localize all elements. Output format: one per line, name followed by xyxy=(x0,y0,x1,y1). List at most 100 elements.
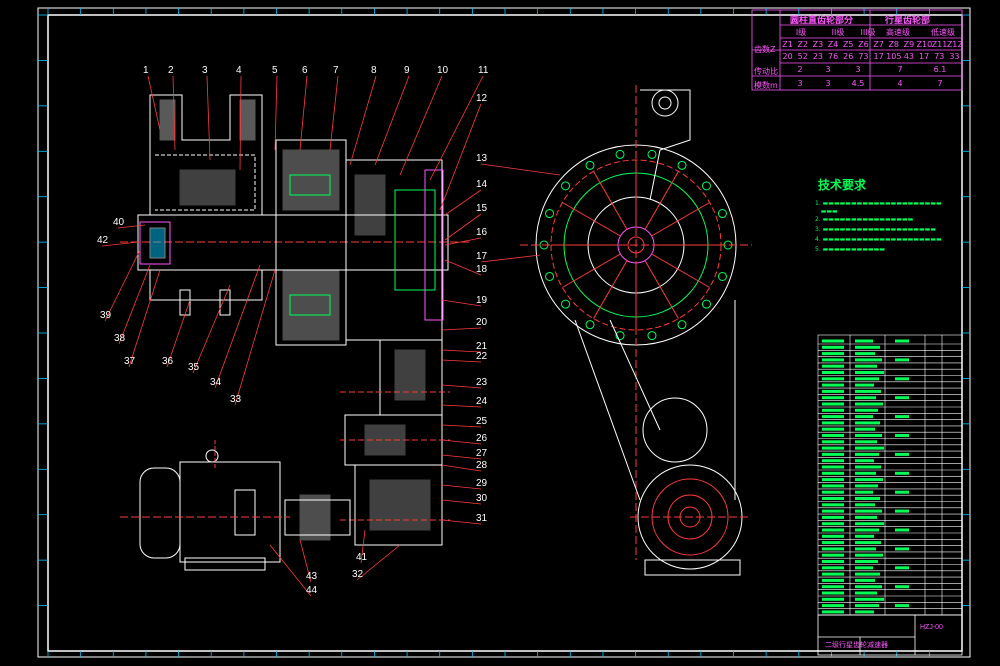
part-label-15: 15 xyxy=(476,203,488,214)
tooth-header-7: Z8 xyxy=(888,40,900,49)
bom-entry-name xyxy=(855,364,877,368)
bom-entry-material xyxy=(895,415,909,419)
leader-line-5 xyxy=(274,75,278,151)
bom-entry-name xyxy=(855,383,874,387)
bom-entry-name xyxy=(855,610,874,614)
bom-entry-name xyxy=(855,471,876,475)
bom-entry-code xyxy=(822,465,844,469)
bom-entry-code xyxy=(822,610,844,614)
part-label-7: 7 xyxy=(333,65,339,76)
bom-entry-code xyxy=(822,560,844,563)
reducer-section-view xyxy=(120,94,470,571)
leader-line-8 xyxy=(349,75,377,166)
row-label-1: 传动比 xyxy=(754,67,778,76)
part-label-22: 22 xyxy=(476,351,488,362)
bom-entry-material xyxy=(895,396,909,400)
bom-entry-name xyxy=(855,547,876,551)
part-label-10: 10 xyxy=(437,65,449,76)
part-label-44: 44 xyxy=(306,585,318,596)
ratio-value-4: 6.1 xyxy=(933,65,947,74)
tooth-value-5: 73 xyxy=(858,52,869,61)
module-value-1: 3 xyxy=(825,79,831,88)
part-label-36: 36 xyxy=(162,356,174,367)
ratio-value-1: 3 xyxy=(825,65,831,74)
bolt-hole xyxy=(647,149,657,159)
leader-line-9 xyxy=(374,75,410,166)
part-label-20: 20 xyxy=(476,317,488,328)
tooth-value-2: 23 xyxy=(812,52,823,61)
tooth-header-10: Z11 xyxy=(931,40,948,49)
spoke-line xyxy=(651,253,710,288)
bom-entry-name xyxy=(855,396,876,400)
bom-entry-name xyxy=(855,490,873,494)
stage-header-4: 低速级 xyxy=(931,28,955,37)
module-value-0: 3 xyxy=(797,79,803,88)
tooth-header-3: Z4 xyxy=(827,40,839,49)
part-label-19: 19 xyxy=(476,295,488,306)
bom-entry-name xyxy=(855,566,873,570)
part-label-24: 24 xyxy=(476,396,488,407)
bom-entry-material xyxy=(895,434,909,437)
bom-entry-name xyxy=(855,371,884,374)
leader-line-7 xyxy=(329,75,339,151)
stage-header-3: 高速级 xyxy=(886,28,910,37)
bom-entry-material xyxy=(895,566,909,570)
cad-drawing-sheet xyxy=(37,7,971,658)
bom-entry-code xyxy=(822,383,844,387)
bom-entry-material xyxy=(895,509,909,513)
spoke-line xyxy=(651,202,710,237)
bom-entry-code xyxy=(822,402,844,406)
tooth-header-0: Z1 xyxy=(782,40,793,49)
part-label-26: 26 xyxy=(476,433,488,444)
bolt-hole xyxy=(677,160,687,170)
part-label-13: 13 xyxy=(476,153,488,164)
bolt-hole xyxy=(561,299,571,309)
leader-line-35 xyxy=(192,284,231,374)
bom-entry-name xyxy=(855,585,882,589)
bom-entry-code xyxy=(822,522,844,526)
bom-entry-code xyxy=(822,490,844,494)
bom-entry-name xyxy=(855,522,884,526)
bom-entry-code xyxy=(822,371,844,374)
part-label-9: 9 xyxy=(404,65,410,76)
bom-entry-name xyxy=(855,421,880,425)
tooth-header-2: Z3 xyxy=(812,40,824,49)
bolt-hole xyxy=(585,160,595,170)
bom-entry-code xyxy=(822,421,844,425)
outer-frame xyxy=(37,7,971,658)
bom-entry-code xyxy=(822,446,844,450)
bom-entry-code xyxy=(822,364,844,368)
leader-line-11 xyxy=(429,75,484,181)
bom-entry-name xyxy=(855,497,880,500)
part-label-17: 17 xyxy=(476,251,488,262)
tooth-value-3: 76 xyxy=(827,52,839,61)
tooth-value-8: 43 xyxy=(903,52,914,61)
stage-header-0: I级 xyxy=(795,28,807,37)
part-label-1: 1 xyxy=(143,65,149,76)
bom-entry-name xyxy=(855,503,875,507)
tooth-header-11: Z12 xyxy=(946,40,963,49)
bolt-hole xyxy=(647,331,657,341)
part-label-32: 32 xyxy=(352,569,364,580)
bom-entry-material xyxy=(895,528,909,532)
bolt-hole xyxy=(677,320,687,330)
bolt-hole xyxy=(545,271,555,281)
part-label-8: 8 xyxy=(371,65,377,76)
leader-line-20 xyxy=(441,327,482,331)
bom-entry-code xyxy=(822,427,844,431)
bom-entry-name xyxy=(855,465,881,469)
spoke-line xyxy=(644,171,679,230)
bom-entry-name xyxy=(855,515,877,519)
bom-entry-material xyxy=(895,358,909,362)
gear-table-group-right: 行星齿轮部 xyxy=(885,16,931,26)
bom-entry-name xyxy=(855,541,881,545)
tooth-value-4: 26 xyxy=(843,52,854,61)
tooth-value-10: 73 xyxy=(934,52,945,61)
tooth-value-0: 20 xyxy=(782,52,793,61)
bom-entry-name xyxy=(855,415,873,419)
bom-entry-code xyxy=(822,415,844,419)
part-label-40: 40 xyxy=(113,217,125,228)
bom-entry-name xyxy=(855,528,879,532)
bom-entry-material xyxy=(895,547,909,551)
bom-entry-name xyxy=(855,446,884,450)
